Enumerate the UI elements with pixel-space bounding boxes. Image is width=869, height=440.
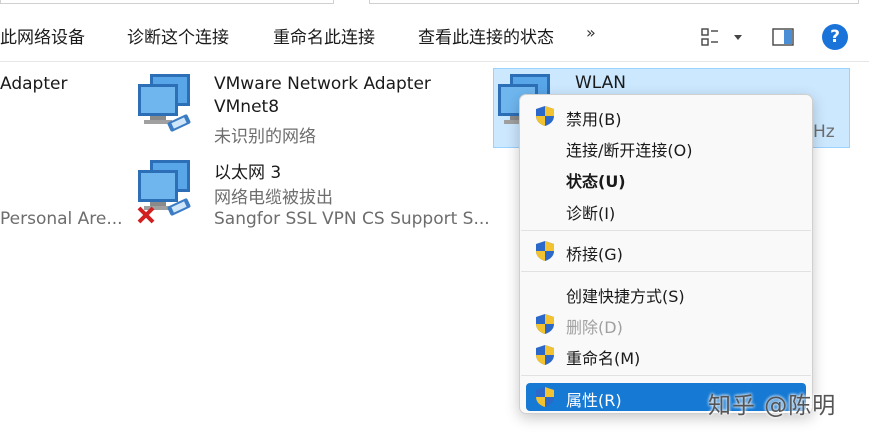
menu-item-connect-disconnect[interactable]: 连接/断开连接(O)	[526, 133, 806, 161]
disconnected-x-icon	[137, 206, 155, 224]
uac-shield-icon	[536, 345, 554, 365]
menu-item-bridge[interactable]: 桥接(G)	[526, 237, 806, 265]
network-adapter-icon[interactable]	[136, 72, 196, 134]
adapter-status: 未识别的网络	[214, 127, 316, 147]
watermark: 知乎 @陈明	[708, 393, 837, 419]
search-box[interactable]	[369, 0, 859, 4]
uac-shield-icon	[536, 106, 554, 126]
menu-item-diagnose[interactable]: 诊断(I)	[526, 196, 806, 224]
menu-item-label: 属性(R)	[566, 391, 622, 410]
adapter-name[interactable]: WLAN	[575, 73, 626, 93]
adapter-name-line1[interactable]: VMware Network Adapter	[214, 74, 431, 94]
menu-item-label: 状态(U)	[566, 172, 626, 191]
uac-shield-icon	[536, 387, 554, 407]
view-options-icon[interactable]	[701, 28, 719, 46]
adapter-device: Sangfor SSL VPN CS Support S...	[214, 209, 490, 229]
menu-separator	[521, 271, 811, 272]
command-bar: 此网络设备 诊断这个连接 重命名此连接 查看此连接的状态 » ?	[0, 10, 869, 62]
disable-device-command[interactable]: 此网络设备	[0, 23, 85, 48]
network-connections-window: 此网络设备 诊断这个连接 重命名此连接 查看此连接的状态 » ? Adapter…	[0, 0, 869, 440]
address-bar[interactable]	[0, 0, 334, 4]
menu-item-label: 重命名(M)	[566, 349, 641, 368]
view-dropdown-chevron-icon[interactable]	[734, 35, 742, 40]
menu-item-label: 删除(D)	[566, 318, 623, 337]
adapter-name[interactable]: Adapter	[0, 74, 67, 94]
adapter-device: Personal Are...	[0, 209, 123, 229]
menu-item-status[interactable]: 状态(U)	[526, 164, 806, 192]
more-commands-button[interactable]: »	[586, 23, 596, 42]
menu-item-rename[interactable]: 重命名(M)	[526, 341, 806, 369]
help-icon[interactable]: ?	[822, 24, 848, 50]
menu-item-label: 诊断(I)	[566, 204, 616, 223]
menu-separator	[521, 375, 811, 376]
menu-item-create-shortcut[interactable]: 创建快捷方式(S)	[526, 279, 806, 307]
diagnose-connection-command[interactable]: 诊断这个连接	[127, 23, 229, 48]
menu-item-label: 桥接(G)	[566, 245, 623, 264]
view-status-command[interactable]: 查看此连接的状态	[418, 23, 554, 48]
rename-connection-command[interactable]: 重命名此连接	[273, 23, 375, 48]
address-bar-area	[0, 0, 869, 6]
menu-item-disable[interactable]: 禁用(B)	[526, 102, 806, 130]
adapter-status: 网络电缆被拔出	[214, 188, 333, 208]
menu-item-delete[interactable]: 删除(D)	[526, 310, 806, 338]
context-menu: 禁用(B) 连接/断开连接(O) 状态(U) 诊断(I) 桥接(G) 创建快捷方…	[519, 94, 813, 414]
menu-item-label: 禁用(B)	[566, 110, 622, 129]
adapter-name-line2[interactable]: VMnet8	[214, 97, 279, 117]
menu-item-label: 连接/断开连接(O)	[566, 141, 693, 160]
uac-shield-icon	[536, 314, 554, 334]
adapter-device: Hz	[813, 122, 835, 142]
preview-pane-icon[interactable]	[772, 28, 794, 46]
adapter-name[interactable]: 以太网 3	[214, 158, 281, 183]
uac-shield-icon	[536, 241, 554, 261]
menu-separator	[521, 230, 811, 231]
menu-item-label: 创建快捷方式(S)	[566, 287, 685, 306]
